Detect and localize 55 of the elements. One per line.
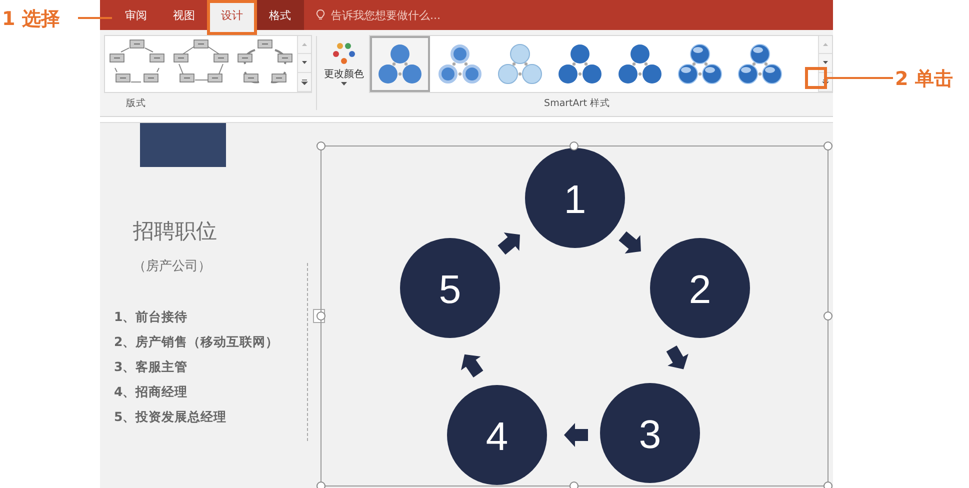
smartart-style-thumbnail — [438, 42, 482, 86]
slide-subtitle: （房产公司） — [133, 258, 211, 275]
smartart-style-thumbnail — [498, 42, 542, 86]
resize-handle[interactable] — [570, 142, 578, 150]
resize-handle[interactable] — [316, 482, 326, 488]
numbered-circle[interactable]: 2 — [650, 238, 750, 338]
arrow-shape[interactable] — [618, 231, 641, 254]
smartart-style-thumbnail — [738, 42, 782, 86]
caret-up-icon — [822, 41, 829, 48]
list-item: 4、招商经理 — [114, 384, 188, 401]
lightbulb-icon — [316, 9, 325, 21]
numbered-circle[interactable]: 5 — [400, 238, 500, 338]
smartart-style-thumbnail — [618, 42, 662, 86]
highlight-box — [207, 0, 257, 35]
numbered-circle[interactable]: 1 — [525, 148, 625, 248]
resize-handle[interactable] — [316, 142, 326, 150]
group-label: 版式 — [125, 97, 147, 111]
color-dots-icon — [330, 42, 358, 66]
ribbon-tab[interactable]: 审阅 — [112, 0, 160, 30]
change-colors-button[interactable]: 更改颜色 — [321, 42, 367, 86]
resize-handle[interactable] — [824, 482, 832, 488]
dropdown-arrow-icon — [341, 82, 347, 86]
step-label: 1 选择 — [2, 7, 60, 32]
step-label: 2 单击 — [895, 67, 953, 92]
list-item: 5、投资发展总经理 — [114, 409, 227, 426]
group-label: SmartArt 样式 — [544, 97, 610, 111]
resize-handle[interactable] — [570, 482, 578, 488]
resize-handle[interactable] — [824, 312, 832, 320]
arrow-shape[interactable] — [498, 232, 520, 255]
slide-title: 招聘职位 — [133, 218, 217, 245]
tell-me-field[interactable]: 告诉我您想要做什么... — [312, 8, 517, 22]
numbered-circle[interactable]: 4 — [447, 385, 547, 485]
caret-down-icon — [822, 60, 829, 66]
list-item: 2、房产销售（移动互联网） — [114, 334, 279, 351]
style-option[interactable] — [370, 36, 430, 92]
arrow-shape[interactable] — [666, 345, 688, 370]
resize-handle[interactable] — [824, 142, 832, 150]
ribbon-tab[interactable]: 格式 — [256, 0, 304, 30]
caret-up-icon — [301, 41, 308, 48]
smartart-style-thumbnail — [378, 42, 422, 86]
arrow-shape[interactable] — [461, 354, 484, 378]
list-item: 1、前台接待 — [114, 309, 188, 326]
expand-icon — [301, 78, 308, 85]
caret-down-icon — [301, 60, 308, 66]
numbered-circle[interactable]: 3 — [600, 383, 700, 483]
more-button[interactable] — [298, 72, 311, 92]
arrow-shape[interactable] — [564, 423, 588, 447]
ribbon-tab[interactable]: 视图 — [160, 0, 208, 30]
resize-handle[interactable] — [316, 312, 326, 320]
smartart-style-thumbnail — [558, 42, 602, 86]
smartart-style-thumbnail — [678, 42, 722, 86]
list-item: 3、客服主管 — [114, 359, 188, 376]
expand-icon — [822, 78, 829, 85]
scroll-down-button[interactable] — [298, 54, 311, 73]
selection-frame[interactable] — [320, 146, 828, 486]
